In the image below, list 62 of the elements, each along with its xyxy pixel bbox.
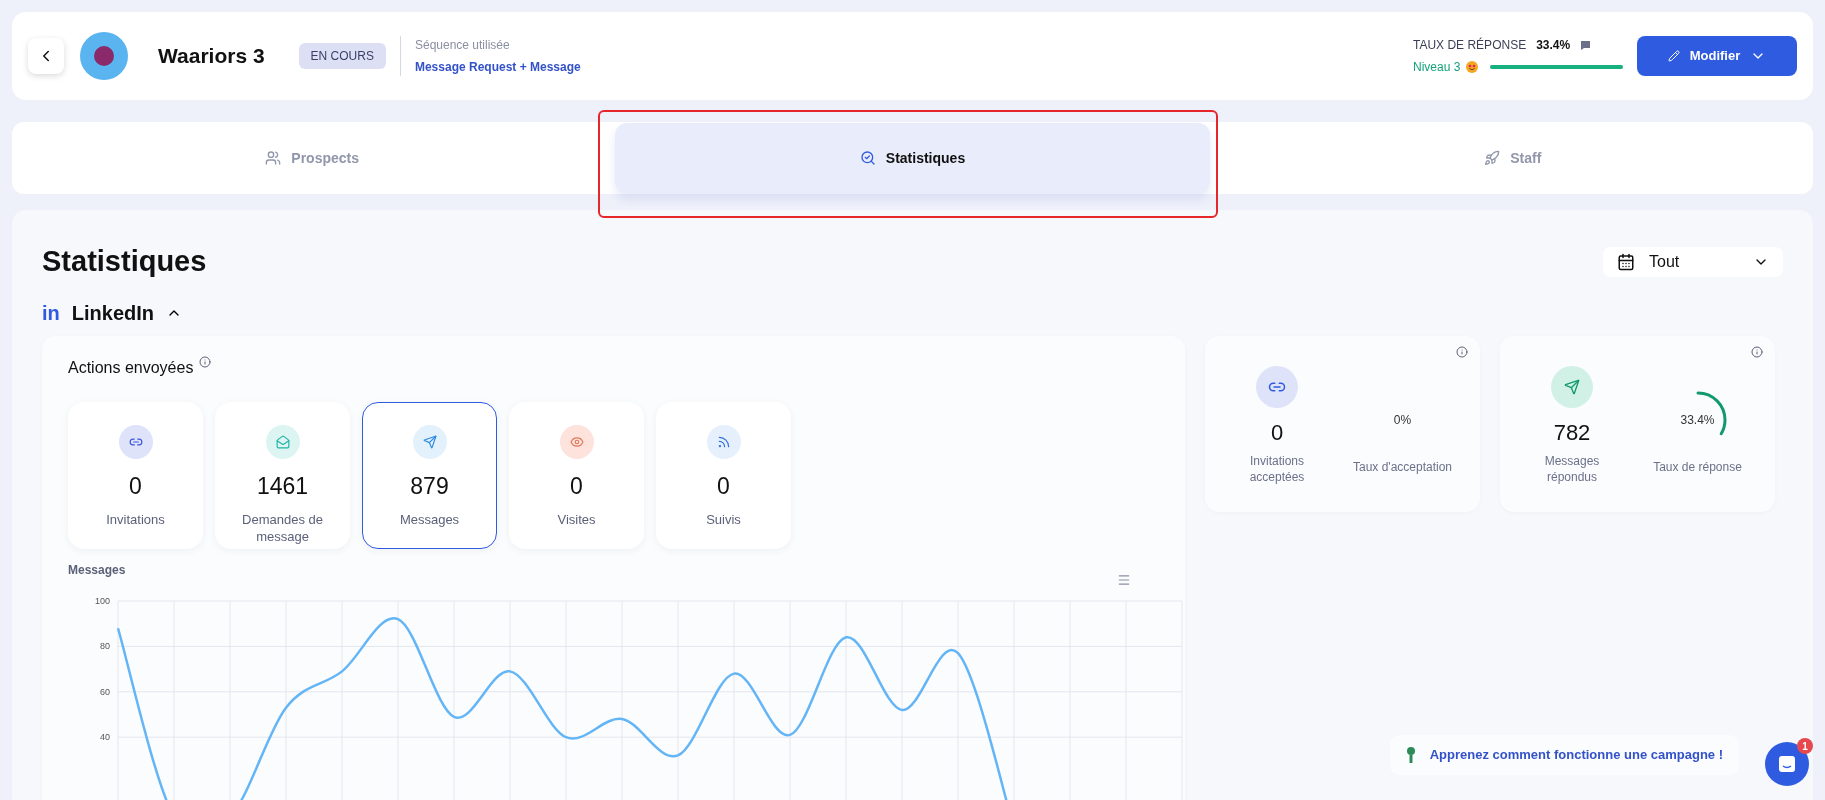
metric-card[interactable]: 0 Suivis bbox=[656, 401, 791, 549]
level-label: Niveau 3 bbox=[1413, 59, 1461, 76]
send-icon bbox=[1564, 378, 1580, 395]
metric-card[interactable]: 879 Messages bbox=[362, 401, 497, 549]
metric-value: 879 bbox=[410, 471, 449, 501]
period-select[interactable]: Tout bbox=[1603, 246, 1783, 277]
sequence-link[interactable]: Message Request + Message bbox=[414, 58, 581, 76]
calendar-icon bbox=[1617, 252, 1635, 271]
metric-card[interactable]: 0 Invitations bbox=[68, 401, 203, 549]
rss-icon bbox=[716, 434, 731, 449]
linkedin-logo: in bbox=[42, 300, 60, 326]
back-button[interactable] bbox=[28, 38, 64, 74]
summary-count: 782 bbox=[1553, 418, 1591, 447]
send-icon bbox=[422, 434, 437, 449]
campaign-title: Waariors 3 bbox=[158, 43, 265, 70]
metric-value: 1461 bbox=[256, 471, 309, 501]
comment-icon bbox=[1580, 39, 1592, 51]
axis-label: 40 bbox=[100, 731, 110, 742]
axis-label: 60 bbox=[100, 686, 110, 697]
metric-value: 0 bbox=[717, 471, 730, 501]
eye-icon bbox=[569, 434, 584, 449]
metric-value: 0 bbox=[129, 471, 142, 501]
info-icon bbox=[199, 355, 212, 368]
metric-label: Suivis bbox=[705, 511, 742, 528]
section-title: LinkedIn bbox=[71, 300, 154, 326]
metric-card[interactable]: 1461 Demandes de message bbox=[215, 401, 350, 549]
info-icon bbox=[1456, 345, 1468, 358]
rate-value: 0% bbox=[1393, 411, 1412, 429]
rate-value: 33.4% bbox=[1680, 411, 1715, 429]
card-title: Actions envoyées bbox=[68, 357, 194, 378]
summary-count: 0 bbox=[1270, 418, 1284, 447]
response-rate-value: 33.4% bbox=[1536, 37, 1571, 54]
metric-label: Invitations bbox=[105, 511, 166, 528]
envelope-icon bbox=[275, 434, 290, 449]
users-icon bbox=[265, 150, 282, 166]
metric-label: Visites bbox=[556, 511, 597, 528]
page-heading: Statistiques bbox=[42, 244, 207, 279]
summary-label: Invitations acceptées bbox=[1248, 452, 1306, 485]
summary-label: Messages répondus bbox=[1543, 452, 1601, 485]
avatar bbox=[80, 32, 128, 80]
smiley-icon bbox=[1466, 61, 1479, 73]
metric-value: 0 bbox=[570, 471, 583, 501]
metric-label: Messages bbox=[398, 511, 461, 528]
rate-label: Taux de réponse bbox=[1653, 458, 1742, 476]
metric-card[interactable]: 0 Visites bbox=[509, 401, 644, 549]
sequence-label: Séquence utilisée bbox=[414, 37, 511, 54]
pencil-icon bbox=[1667, 50, 1680, 62]
axis-label: 100 bbox=[94, 595, 110, 606]
metric-label: Demandes de message bbox=[241, 511, 324, 545]
rate-label: Taux d'acceptation bbox=[1353, 458, 1452, 476]
response-rate-label: TAUX DE RÉPONSE bbox=[1413, 36, 1527, 54]
menu-icon[interactable] bbox=[1117, 572, 1131, 587]
edit-button[interactable]: Modifier bbox=[1637, 36, 1797, 76]
chat-icon bbox=[1778, 755, 1796, 773]
axis-label: 80 bbox=[100, 640, 110, 651]
help-link[interactable]: Apprenez comment fonctionne une campagne ! bbox=[1389, 735, 1739, 775]
chart-title: Messages bbox=[68, 561, 127, 579]
tab[interactable]: Statistiques bbox=[615, 123, 1210, 193]
rocket-icon bbox=[1484, 150, 1501, 166]
notification-badge: 1 bbox=[1797, 738, 1813, 754]
status-badge: EN COURS bbox=[298, 43, 386, 69]
info-icon bbox=[1751, 345, 1763, 358]
